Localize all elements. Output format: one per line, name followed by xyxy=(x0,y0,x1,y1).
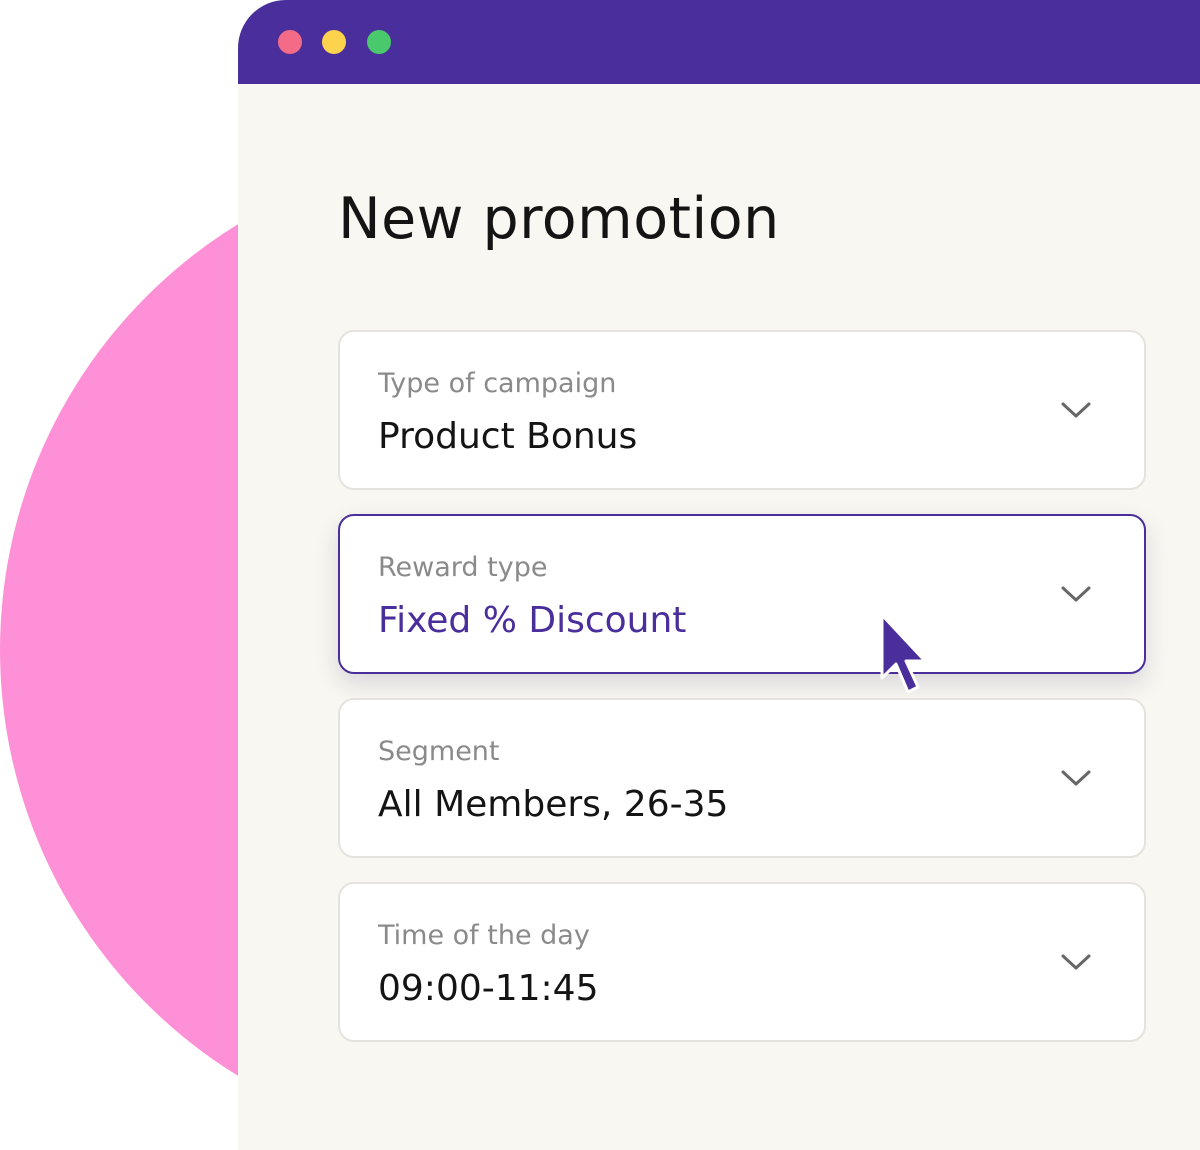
window-titlebar xyxy=(238,0,1200,84)
reward-type-label: Reward type xyxy=(378,552,548,583)
segment-value: All Members, 26-35 xyxy=(378,784,729,825)
minimize-window-button[interactable] xyxy=(322,30,346,54)
chevron-down-icon xyxy=(1061,954,1091,970)
segment-label: Segment xyxy=(378,736,500,767)
campaign-type-label: Type of campaign xyxy=(378,368,617,399)
close-window-button[interactable] xyxy=(278,30,302,54)
app-window: New promotion Type of campaign Product B… xyxy=(238,0,1200,1150)
time-of-day-select[interactable]: Time of the day 09:00-11:45 xyxy=(338,882,1146,1042)
chevron-down-icon xyxy=(1061,402,1091,418)
chevron-down-icon xyxy=(1061,586,1091,602)
campaign-type-value: Product Bonus xyxy=(378,416,638,457)
chevron-down-icon xyxy=(1061,770,1091,786)
time-of-day-label: Time of the day xyxy=(378,920,590,951)
page-title: New promotion xyxy=(338,186,780,252)
campaign-type-select[interactable]: Type of campaign Product Bonus xyxy=(338,330,1146,490)
reward-type-value: Fixed % Discount xyxy=(378,600,687,641)
pointer-cursor-icon xyxy=(880,613,927,694)
maximize-window-button[interactable] xyxy=(367,30,391,54)
segment-select[interactable]: Segment All Members, 26-35 xyxy=(338,698,1146,858)
time-of-day-value: 09:00-11:45 xyxy=(378,968,599,1009)
reward-type-select[interactable]: Reward type Fixed % Discount xyxy=(338,514,1146,674)
